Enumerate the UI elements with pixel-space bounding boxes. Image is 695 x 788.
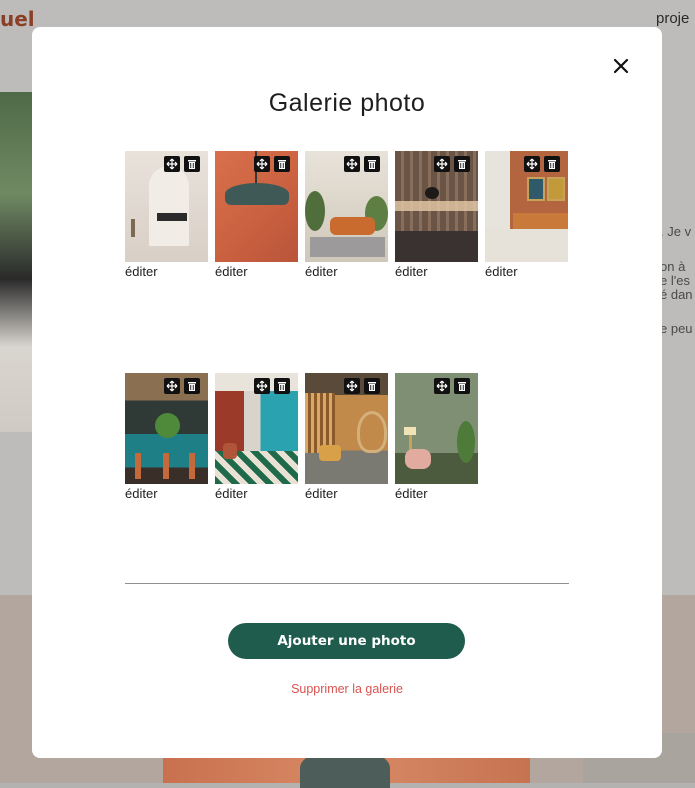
move-icon[interactable]: [254, 378, 270, 394]
move-icon[interactable]: [254, 156, 270, 172]
edit-photo-link[interactable]: éditer: [125, 264, 208, 279]
photo-thumbnail[interactable]: [395, 151, 478, 262]
trash-icon[interactable]: [364, 156, 380, 172]
photo-item: éditer: [395, 373, 478, 501]
background-text-line: é dan: [660, 287, 693, 302]
trash-icon[interactable]: [454, 378, 470, 394]
photo-thumbnail[interactable]: [485, 151, 568, 262]
move-icon[interactable]: [344, 156, 360, 172]
trash-icon[interactable]: [544, 156, 560, 172]
edit-photo-link[interactable]: éditer: [215, 264, 298, 279]
trash-icon[interactable]: [454, 156, 470, 172]
delete-gallery-link[interactable]: Supprimer la galerie: [32, 682, 662, 696]
photo-item: éditer: [485, 151, 568, 279]
trash-icon[interactable]: [274, 156, 290, 172]
edit-photo-link[interactable]: éditer: [485, 264, 568, 279]
photo-thumbnail[interactable]: [215, 151, 298, 262]
photo-item: éditer: [215, 373, 298, 501]
trash-icon[interactable]: [364, 378, 380, 394]
photo-thumbnail[interactable]: [305, 373, 388, 484]
move-icon[interactable]: [434, 378, 450, 394]
move-icon[interactable]: [524, 156, 540, 172]
edit-photo-link[interactable]: éditer: [305, 264, 388, 279]
edit-photo-link[interactable]: éditer: [305, 486, 388, 501]
trash-icon[interactable]: [184, 378, 200, 394]
photo-thumbnail[interactable]: [215, 373, 298, 484]
background-portrait-image: [0, 92, 32, 432]
photo-thumbnail[interactable]: [305, 151, 388, 262]
photo-item: éditer: [305, 151, 388, 279]
site-logo: uel: [0, 7, 35, 31]
photo-item: éditer: [125, 151, 208, 279]
trash-icon[interactable]: [184, 156, 200, 172]
photo-item: éditer: [125, 373, 208, 501]
photo-thumbnail[interactable]: [395, 373, 478, 484]
trash-icon[interactable]: [274, 378, 290, 394]
add-photo-button[interactable]: Ajouter une photo: [228, 623, 465, 659]
photo-item: éditer: [305, 373, 388, 501]
photo-thumbnail[interactable]: [125, 151, 208, 262]
photo-thumbnail[interactable]: [125, 373, 208, 484]
modal-title: Galerie photo: [268, 89, 426, 117]
photo-item: éditer: [215, 151, 298, 279]
background-text-line: on à: [660, 259, 686, 274]
edit-photo-link[interactable]: éditer: [395, 264, 478, 279]
background-text-line: e peu: [660, 321, 693, 336]
edit-photo-link[interactable]: éditer: [215, 486, 298, 501]
edit-photo-link[interactable]: éditer: [395, 486, 478, 501]
move-icon[interactable]: [344, 378, 360, 394]
background-text-line: . Je v: [660, 224, 692, 239]
photo-item: éditer: [395, 151, 478, 279]
close-icon[interactable]: [608, 53, 634, 79]
nav-item-projects: proje: [656, 10, 690, 27]
edit-photo-link[interactable]: éditer: [125, 486, 208, 501]
gallery-modal: Galerie photo éditer éditer éditer édite…: [32, 27, 662, 758]
background-text-line: e l'es: [660, 273, 690, 288]
divider: [125, 583, 569, 584]
move-icon[interactable]: [164, 156, 180, 172]
move-icon[interactable]: [164, 378, 180, 394]
move-icon[interactable]: [434, 156, 450, 172]
